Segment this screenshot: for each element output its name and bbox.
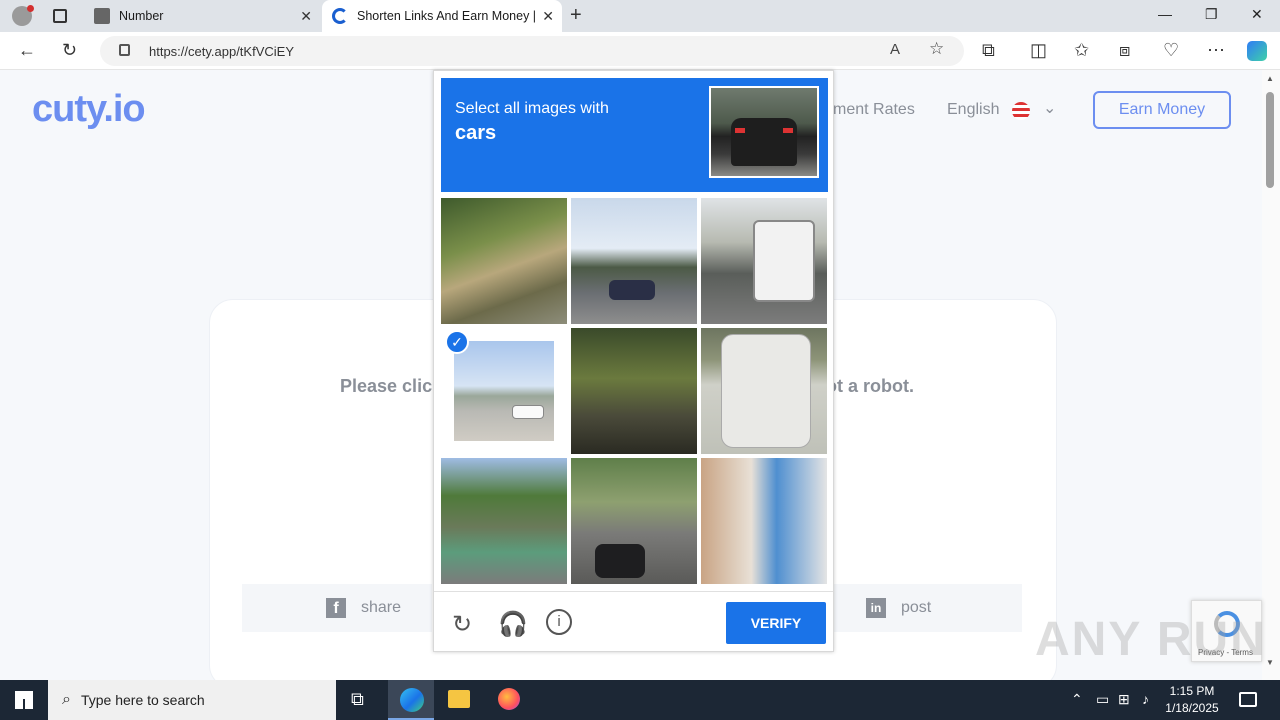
captcha-header: Select all images with cars	[441, 78, 828, 192]
captcha-tile-3[interactable]	[701, 198, 827, 324]
task-view-icon[interactable]: ⧉	[351, 689, 364, 710]
restore-icon[interactable]: ❐	[1205, 6, 1218, 23]
clock-date: 1/18/2025	[1165, 701, 1219, 715]
notifications-icon[interactable]	[1239, 692, 1257, 707]
volume-icon[interactable]: ♪	[1142, 691, 1149, 707]
chevron-down-icon[interactable]: ⌄	[1043, 98, 1056, 118]
linkedin-icon: in	[866, 598, 886, 618]
taskbar-search-box[interactable]: ⌕ Type here to search	[48, 680, 336, 720]
extensions-icon[interactable]: ⧉	[982, 40, 995, 61]
captcha-tile-8[interactable]	[571, 458, 697, 584]
captcha-tile-1[interactable]	[441, 198, 567, 324]
share-label: share	[361, 599, 402, 616]
car-shape	[512, 405, 544, 419]
tail-light-left	[735, 128, 745, 133]
selected-check-icon: ✓	[445, 330, 469, 354]
lock-icon	[119, 44, 130, 56]
info-icon[interactable]: i	[546, 609, 572, 635]
captcha-tile-5[interactable]	[571, 328, 697, 454]
captcha-tile-9[interactable]	[701, 458, 827, 584]
captcha-instruction: Select all images with	[455, 100, 609, 117]
tab-number[interactable]: Number ✕	[84, 0, 320, 32]
firefox-icon[interactable]	[498, 688, 520, 710]
tab-title: Number	[119, 9, 164, 23]
network-icon[interactable]: ⊞	[1118, 691, 1130, 708]
taskbar-clock[interactable]: 1:15 PM 1/18/2025	[1162, 683, 1222, 717]
tab-cuty[interactable]: Shorten Links And Earn Money | ✕	[322, 0, 562, 32]
car-shape	[595, 544, 645, 578]
captcha-tile-4[interactable]: ✓	[441, 328, 567, 454]
anyrun-watermark: ANY RUN	[1035, 613, 1267, 666]
linkedin-share-button[interactable]: in post	[834, 584, 1022, 632]
prompt-text-right: ot a robot.	[826, 376, 914, 396]
more-menu-icon[interactable]: ⋯	[1207, 40, 1225, 61]
edge-taskbar-button[interactable]	[388, 680, 434, 720]
tail-light-right	[783, 128, 793, 133]
tab-title: Shorten Links And Earn Money |	[357, 9, 537, 23]
captcha-target: cars	[455, 122, 497, 144]
verify-button[interactable]: VERIFY	[726, 602, 826, 644]
edge-icon	[400, 688, 424, 712]
clock-time: 1:15 PM	[1169, 684, 1215, 698]
captcha-sample-image	[709, 86, 819, 178]
battery-icon[interactable]: ▭	[1096, 691, 1109, 708]
show-hidden-icons[interactable]: ⌃	[1071, 691, 1083, 708]
performance-icon[interactable]: ♡	[1163, 40, 1179, 61]
copilot-icon[interactable]	[1247, 41, 1267, 61]
url-text[interactable]: https://cety.app/tKfVCiEY	[149, 44, 294, 59]
post-label: post	[901, 599, 932, 616]
collections-icon[interactable]: ⧈	[1119, 40, 1130, 61]
bus-rear-shape	[721, 334, 811, 448]
search-placeholder: Type here to search	[80, 692, 205, 708]
close-tab-icon[interactable]: ✕	[300, 8, 312, 25]
favorite-star-icon[interactable]: ☆	[929, 39, 944, 59]
earn-money-button[interactable]: Earn Money	[1093, 91, 1231, 129]
bus-shape	[753, 220, 815, 302]
file-explorer-icon[interactable]	[448, 690, 470, 708]
address-toolbar: ← ↻ https://cety.app/tKfVCiEY A ☆ ⧉ ◫ ✩ …	[0, 32, 1280, 70]
facebook-icon: f	[326, 598, 346, 618]
film-icon	[94, 8, 110, 24]
windows-start-icon[interactable]	[15, 691, 33, 709]
language-selector[interactable]: English	[947, 101, 999, 119]
selected-tile-image	[454, 341, 554, 441]
scroll-up-icon[interactable]: ▲	[1266, 74, 1274, 83]
favorites-icon[interactable]: ✩	[1074, 40, 1089, 61]
site-logo[interactable]: cuty.io	[32, 88, 146, 131]
captcha-tile-6[interactable]	[701, 328, 827, 454]
read-aloud-icon[interactable]: A	[890, 41, 900, 58]
headphones-icon[interactable]: 🎧	[498, 610, 528, 639]
close-window-icon[interactable]: ✕	[1251, 6, 1263, 23]
tab-actions-icon[interactable]	[53, 9, 67, 23]
nav-payment-rates[interactable]: ment Rates	[833, 101, 915, 119]
windows-taskbar: ⌕ Type here to search ⧉ ⌃ ▭ ⊞ ♪ 1:15 PM …	[0, 680, 1280, 720]
address-bar[interactable]: https://cety.app/tKfVCiEY A ☆	[100, 36, 964, 66]
search-icon: ⌕	[62, 691, 71, 708]
close-tab-icon[interactable]: ✕	[542, 8, 554, 25]
reload-icon[interactable]: ↻	[452, 610, 472, 639]
new-tab-icon[interactable]: +	[570, 4, 582, 27]
prompt-text-left: Please clic	[340, 376, 433, 396]
profile-badge-icon	[27, 5, 34, 12]
captcha-footer: ↻ 🎧 i VERIFY	[434, 591, 833, 653]
captcha-tile-2[interactable]	[571, 198, 697, 324]
back-icon[interactable]: ←	[18, 40, 36, 61]
scroll-down-icon[interactable]: ▼	[1266, 658, 1274, 667]
car-rear-shape	[731, 118, 797, 166]
split-screen-icon[interactable]: ◫	[1030, 40, 1047, 61]
scrollbar-thumb[interactable]	[1266, 92, 1274, 188]
tab-strip: Number ✕ Shorten Links And Earn Money | …	[0, 0, 1280, 32]
us-flag-icon	[1012, 102, 1030, 120]
facebook-share-button[interactable]: f share	[242, 584, 432, 632]
car-shape	[609, 280, 655, 300]
refresh-icon[interactable]: ↻	[62, 40, 77, 61]
captcha-challenge: Select all images with cars ✓ ↻ 🎧 i VERI…	[433, 70, 834, 652]
minimize-icon[interactable]: —	[1158, 6, 1172, 22]
captcha-tile-7[interactable]	[441, 458, 567, 584]
cuty-favicon-icon	[332, 8, 348, 24]
page-scrollbar[interactable]: ▲ ▼	[1262, 70, 1280, 680]
